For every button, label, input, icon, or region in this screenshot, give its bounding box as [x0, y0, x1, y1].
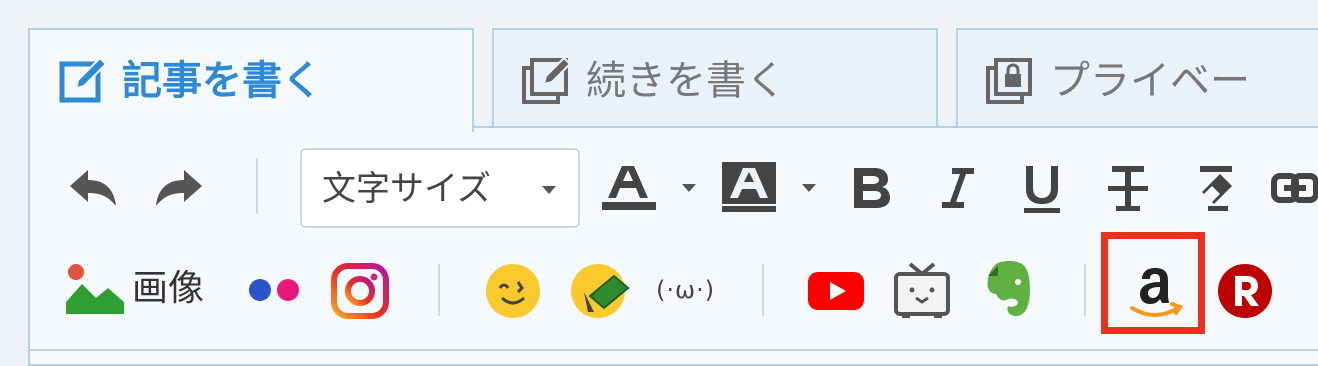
kaomoji-button[interactable]: (·ω·) — [656, 272, 715, 308]
flickr-icon[interactable] — [244, 276, 306, 304]
tab-label: 記事を書く — [122, 58, 322, 104]
toolbar-divider — [762, 264, 764, 316]
toolbar-divider — [1084, 264, 1086, 316]
tab-label: プライベー — [1050, 58, 1250, 104]
emoji-icon[interactable] — [484, 262, 542, 320]
instagram-icon[interactable] — [330, 262, 390, 320]
emoji-palette-icon[interactable] — [570, 262, 630, 320]
toolbar-divider — [438, 264, 440, 316]
edit-icon — [59, 56, 108, 103]
tab-write-continuation[interactable]: 続きを書く — [492, 28, 938, 128]
tab-private[interactable]: プライベー — [956, 28, 1318, 128]
italic-icon[interactable] — [936, 164, 980, 212]
continue-edit-icon — [522, 56, 572, 104]
bold-icon[interactable] — [850, 164, 894, 212]
redo-icon[interactable] — [152, 166, 206, 210]
niconico-icon[interactable] — [892, 260, 952, 320]
text-color-icon[interactable] — [600, 160, 704, 216]
clear-format-icon[interactable] — [1192, 162, 1240, 214]
tab-label: 続きを書く — [586, 58, 786, 104]
undo-icon[interactable] — [66, 166, 120, 210]
font-size-value: 文字サイズ — [322, 169, 491, 209]
image-icon[interactable] — [64, 262, 126, 316]
underline-icon[interactable] — [1020, 162, 1064, 214]
image-label[interactable]: 画像 — [132, 264, 204, 314]
editor-top-border — [28, 349, 1318, 351]
strikethrough-icon[interactable] — [1104, 162, 1152, 214]
amazon-icon[interactable] — [1124, 262, 1186, 320]
private-lock-icon — [986, 58, 1032, 104]
tab-write-article[interactable]: 記事を書く — [28, 28, 474, 132]
link-icon[interactable] — [1270, 170, 1318, 206]
font-size-select[interactable]: 文字サイズ — [300, 148, 580, 228]
chevron-down-icon — [542, 186, 556, 194]
evernote-icon[interactable] — [982, 258, 1036, 320]
toolbar-divider — [256, 158, 258, 214]
rakuten-icon[interactable] — [1216, 262, 1274, 320]
youtube-icon[interactable] — [806, 270, 866, 312]
background-color-icon[interactable] — [720, 160, 824, 216]
